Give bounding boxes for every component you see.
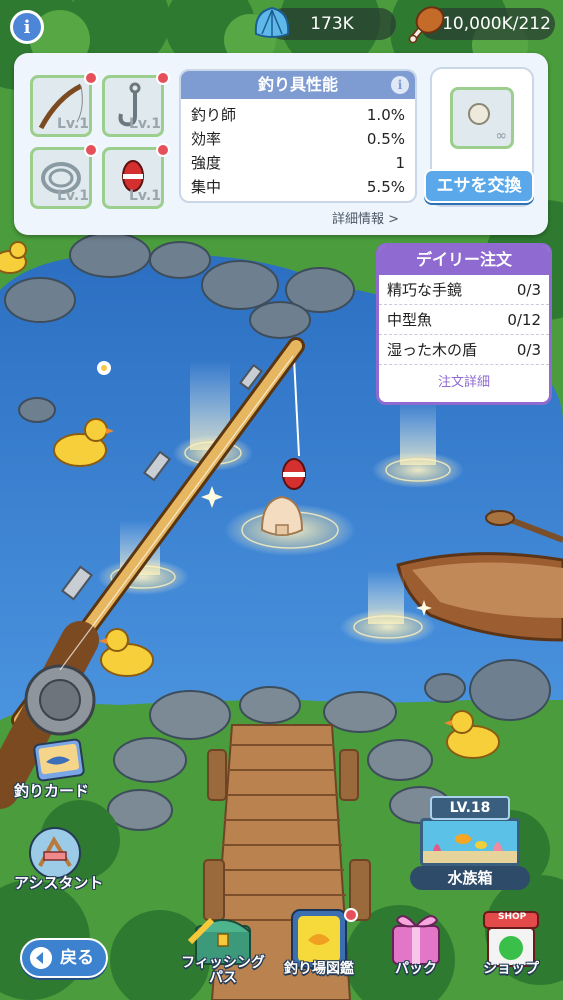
rod-notification-dot bbox=[84, 71, 98, 85]
order-row[interactable]: 湿った木の盾 0/3 bbox=[379, 335, 549, 365]
stat-row: 釣り師 1.0% bbox=[181, 103, 415, 127]
line-notification-dot bbox=[84, 143, 98, 157]
order-item-progress: 0/3 bbox=[516, 281, 541, 299]
shell-icon bbox=[254, 6, 290, 38]
gear-stats-title: 釣り具性能 bbox=[181, 71, 415, 99]
assistant-label: アシスタント bbox=[14, 874, 104, 892]
shop-label: ショップ bbox=[483, 961, 539, 977]
order-item-name: 精巧な手鏡 bbox=[387, 281, 463, 299]
fishing-pass-label-line2: パス bbox=[209, 970, 237, 986]
stat-label: 強度 bbox=[191, 154, 222, 172]
hook-notification-dot bbox=[156, 71, 170, 85]
order-item-name: 湿った木の盾 bbox=[387, 341, 478, 359]
order-item-name: 中型魚 bbox=[387, 311, 433, 329]
fish-card-icon bbox=[33, 738, 85, 782]
daily-order-panel: デイリー注文 精巧な手鏡 0/3 中型魚 0/12 湿った木の盾 0/3 注文詳… bbox=[376, 243, 552, 405]
detail-info-link[interactable]: 詳細情報 > bbox=[332, 208, 399, 227]
aquarium-fish-icon bbox=[423, 821, 517, 863]
float-slot[interactable]: Lv.1 bbox=[102, 147, 164, 209]
stat-row: 効率 0.5% bbox=[181, 127, 415, 151]
hook-slot[interactable]: Lv.1 bbox=[102, 75, 164, 137]
encyclopedia-notification-dot bbox=[344, 908, 358, 922]
rod-level: Lv.1 bbox=[57, 116, 89, 132]
change-bait-button[interactable]: エサを交換 bbox=[424, 169, 534, 203]
aquarium-label: 水族箱 bbox=[410, 866, 530, 890]
gear-stats-box: 釣り具性能 i 釣り師 1.0% 効率 0.5% 強度 1 集中 5.5% bbox=[179, 69, 417, 203]
stats-info-icon[interactable]: i bbox=[391, 76, 409, 94]
order-item-progress: 0/12 bbox=[507, 311, 541, 329]
gear-panel: Lv.1 Lv.1 Lv.1 Lv.1 釣り具性能 i 釣り師 1.0% 効率 … bbox=[14, 53, 548, 235]
line-level: Lv.1 bbox=[57, 188, 89, 204]
fishing-pass-label: フィッシング パス bbox=[172, 956, 274, 986]
pack-label: パック bbox=[395, 961, 437, 977]
stat-value: 0.5% bbox=[366, 130, 405, 148]
stat-label: 効率 bbox=[191, 130, 222, 148]
pack-button[interactable]: パック bbox=[375, 902, 457, 996]
stat-value: 1.0% bbox=[366, 106, 405, 124]
shell-count: 173K bbox=[310, 14, 354, 34]
stat-value: 1 bbox=[395, 154, 405, 172]
stat-row: 集中 5.5% bbox=[181, 175, 415, 199]
order-row[interactable]: 精巧な手鏡 0/3 bbox=[379, 275, 549, 305]
fishing-card-button[interactable]: 釣りカード bbox=[10, 736, 110, 802]
aquarium-button[interactable]: LV.18 水族箱 bbox=[410, 796, 530, 890]
info-icon[interactable]: i bbox=[10, 10, 44, 44]
drumstick-icon bbox=[408, 6, 445, 44]
shop-sign: SHOP bbox=[498, 912, 527, 922]
back-arrow-icon bbox=[30, 947, 52, 969]
aquarium-tank bbox=[420, 818, 520, 866]
order-row[interactable]: 中型魚 0/12 bbox=[379, 305, 549, 335]
back-button[interactable]: 戻る bbox=[20, 938, 108, 978]
line-slot[interactable]: Lv.1 bbox=[30, 147, 92, 209]
daily-order-title: デイリー注文 bbox=[379, 246, 549, 275]
order-detail-link[interactable]: 注文詳細 bbox=[379, 365, 549, 401]
stat-label: 釣り師 bbox=[191, 106, 237, 124]
stat-value: 5.5% bbox=[366, 178, 405, 196]
assistant-button[interactable]: アシスタント bbox=[10, 826, 110, 892]
fishing-card-label: 釣りカード bbox=[14, 782, 90, 800]
float-notification-dot bbox=[156, 143, 170, 157]
float-level: Lv.1 bbox=[129, 188, 161, 204]
stat-label: 集中 bbox=[191, 178, 222, 196]
hook-level: Lv.1 bbox=[129, 116, 161, 132]
back-label: 戻る bbox=[60, 948, 94, 968]
fishing-pass-button[interactable]: フィッシング パス bbox=[181, 902, 265, 996]
bait-item[interactable]: ∞ bbox=[450, 87, 514, 149]
fishing-pass-label-line1: フィッシング bbox=[181, 955, 265, 971]
stat-row: 強度 1 bbox=[181, 151, 415, 175]
bait-count: ∞ bbox=[495, 128, 507, 144]
shop-button[interactable]: SHOP ショップ bbox=[470, 902, 552, 996]
aquarium-level: LV.18 bbox=[430, 796, 510, 820]
encyclopedia-button[interactable]: 釣り場図鑑 bbox=[278, 902, 360, 996]
encyclopedia-label: 釣り場図鑑 bbox=[284, 961, 354, 977]
rod-slot[interactable]: Lv.1 bbox=[30, 75, 92, 137]
order-item-progress: 0/3 bbox=[516, 341, 541, 359]
